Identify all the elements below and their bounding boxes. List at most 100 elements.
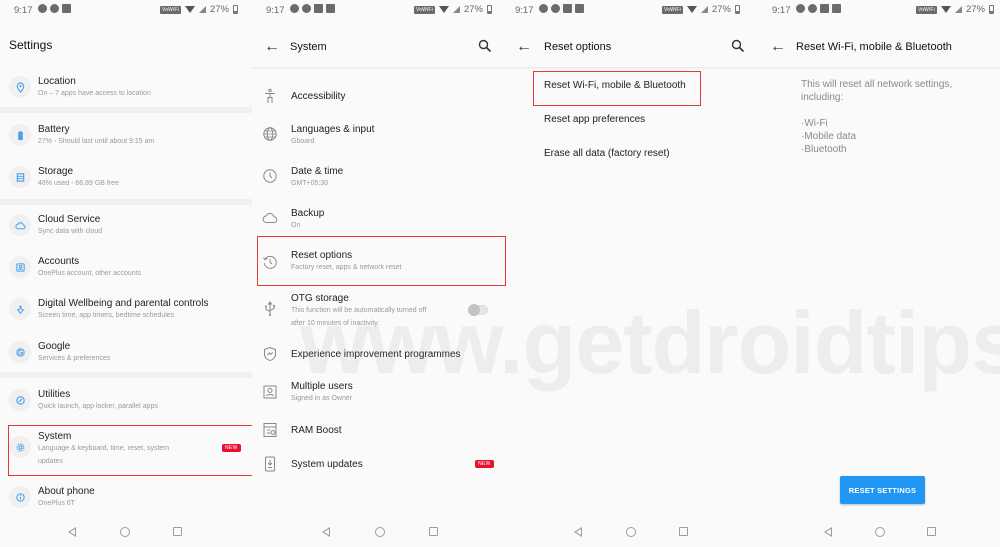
nav-home-button[interactable]	[626, 527, 636, 537]
item-subtitle: This function will be automatically turn…	[291, 307, 427, 314]
nav-home-button[interactable]	[375, 527, 385, 537]
reset-description: This will reset all network settings, in…	[801, 79, 953, 103]
item-subtitle: 27% - Should last until about 9:15 am	[38, 138, 155, 145]
system-update-icon	[265, 456, 275, 472]
ram-icon	[263, 423, 277, 437]
item-subtitle: On – 7 apps have access to location	[38, 90, 151, 97]
settings-item-accounts[interactable]: Accounts OnePlus account, other accounts	[0, 252, 252, 286]
notification-icon	[551, 4, 560, 13]
battery-status-icon	[735, 5, 740, 14]
battery-percent: 27%	[965, 4, 985, 15]
page-title: Settings	[9, 38, 53, 52]
settings-item-location[interactable]: Location On – 7 apps have access to loca…	[0, 72, 252, 106]
item-title: Backup	[291, 208, 325, 219]
nav-recents-button[interactable]	[173, 527, 182, 536]
notification-icons	[290, 4, 335, 13]
gallery-icon	[563, 4, 572, 13]
navigation-bar	[758, 525, 1000, 541]
status-bar: 9:17 VoWiFi 27%	[0, 0, 252, 20]
item-title: Location	[38, 76, 76, 87]
app-notification-icon	[62, 4, 71, 13]
notification-icons	[38, 4, 71, 13]
whatsapp-icon	[50, 4, 59, 13]
battery-status-icon	[487, 5, 492, 14]
otg-toggle[interactable]	[468, 304, 488, 316]
reset-settings-button[interactable]: RESET SETTINGS	[840, 476, 925, 504]
back-arrow-icon[interactable]: ←	[770, 39, 786, 55]
notification-icon	[38, 4, 47, 13]
system-item-date-time[interactable]: Date & time GMT+05:30	[252, 164, 506, 194]
erase-all-data-option[interactable]: Erase all data (factory reset)	[544, 148, 670, 159]
status-time: 9:17	[266, 5, 285, 16]
highlight-box	[8, 425, 252, 476]
page-title: Reset options	[544, 41, 612, 53]
back-arrow-icon[interactable]: ←	[264, 39, 280, 55]
system-item-system-updates[interactable]: System updates NEW	[252, 456, 506, 476]
wellbeing-icon	[9, 298, 31, 320]
battery-percent: 27%	[463, 4, 483, 15]
signal-icon	[700, 6, 708, 13]
system-item-otg-storage[interactable]: OTG storage This function will be automa…	[252, 291, 506, 331]
nav-home-button[interactable]	[875, 527, 885, 537]
signal-icon	[954, 6, 962, 13]
highlight-box	[533, 71, 701, 106]
clock-icon	[263, 169, 277, 183]
settings-item-about-phone[interactable]: About phone OnePlus 6T	[0, 482, 252, 516]
cloud-icon	[262, 213, 278, 224]
nav-recents-button[interactable]	[679, 527, 688, 536]
settings-item-google[interactable]: Google Services & preferences	[0, 337, 252, 371]
nav-recents-button[interactable]	[429, 527, 438, 536]
notification-icons	[796, 4, 841, 13]
item-title: Accounts	[38, 256, 80, 267]
battery-status-icon	[233, 5, 238, 14]
vowifi-icon: VoWiFi	[915, 5, 937, 14]
reset-app-preferences-option[interactable]: Reset app preferences	[544, 114, 645, 125]
settings-item-digital-wellbeing[interactable]: Digital Wellbeing and parental controls …	[0, 294, 252, 328]
item-title: Storage	[38, 166, 74, 177]
info-icon	[9, 486, 31, 508]
back-arrow-icon[interactable]: ←	[516, 39, 532, 55]
globe-icon	[263, 127, 277, 141]
system-item-accessibility[interactable]: Accessibility	[252, 88, 506, 108]
search-icon[interactable]	[478, 39, 492, 53]
item-title: About phone	[38, 486, 95, 497]
system-item-languages[interactable]: Languages & input Gboard	[252, 122, 506, 152]
status-time: 9:17	[515, 5, 534, 16]
navigation-bar	[0, 525, 252, 541]
settings-item-cloud-service[interactable]: Cloud Service Sync data with cloud	[0, 210, 252, 244]
item-title: Utilities	[38, 389, 71, 400]
settings-item-utilities[interactable]: Utilities Quick launch, app locker, para…	[0, 385, 252, 419]
wifi-icon	[184, 6, 195, 13]
nav-back-button[interactable]	[574, 527, 582, 537]
search-icon[interactable]	[731, 39, 745, 53]
status-bar: 9:17 VoWiFi 27%	[506, 0, 758, 20]
nav-back-button[interactable]	[68, 527, 76, 537]
signal-icon	[198, 6, 206, 13]
system-item-multiple-users[interactable]: Multiple users Signed in as Owner	[252, 379, 506, 409]
battery-percent: 27%	[711, 4, 731, 15]
item-title: Cloud Service	[38, 214, 101, 225]
list-item: ·Wi-Fi	[801, 118, 828, 129]
nav-home-button[interactable]	[120, 527, 130, 537]
group-divider	[0, 199, 252, 205]
item-subtitle: Sync data with cloud	[38, 228, 103, 235]
nav-back-button[interactable]	[322, 527, 330, 537]
system-item-ram-boost[interactable]: RAM Boost	[252, 422, 506, 442]
cloud-icon	[9, 214, 31, 236]
gallery-icon	[820, 4, 829, 13]
shield-icon	[264, 346, 276, 362]
item-subtitle: 48% used - 66.89 GB free	[38, 180, 119, 187]
item-title: Multiple users	[291, 381, 353, 392]
system-item-experience-improvement[interactable]: Experience improvement programmes	[252, 346, 506, 366]
nav-recents-button[interactable]	[927, 527, 936, 536]
battery-status-icon	[989, 5, 994, 14]
settings-item-battery[interactable]: Battery 27% - Should last until about 9:…	[0, 120, 252, 154]
item-title: Google	[38, 341, 71, 352]
settings-item-storage[interactable]: Storage 48% used - 66.89 GB free	[0, 162, 252, 196]
item-title: Digital Wellbeing and parental controls	[38, 298, 209, 309]
system-item-backup[interactable]: Backup On	[252, 206, 506, 236]
item-title: RAM Boost	[291, 425, 342, 436]
nav-back-button[interactable]	[824, 527, 832, 537]
item-title: Date & time	[291, 166, 344, 177]
item-subtitle-line2: after 10 minutes of inactivity.	[291, 320, 380, 327]
